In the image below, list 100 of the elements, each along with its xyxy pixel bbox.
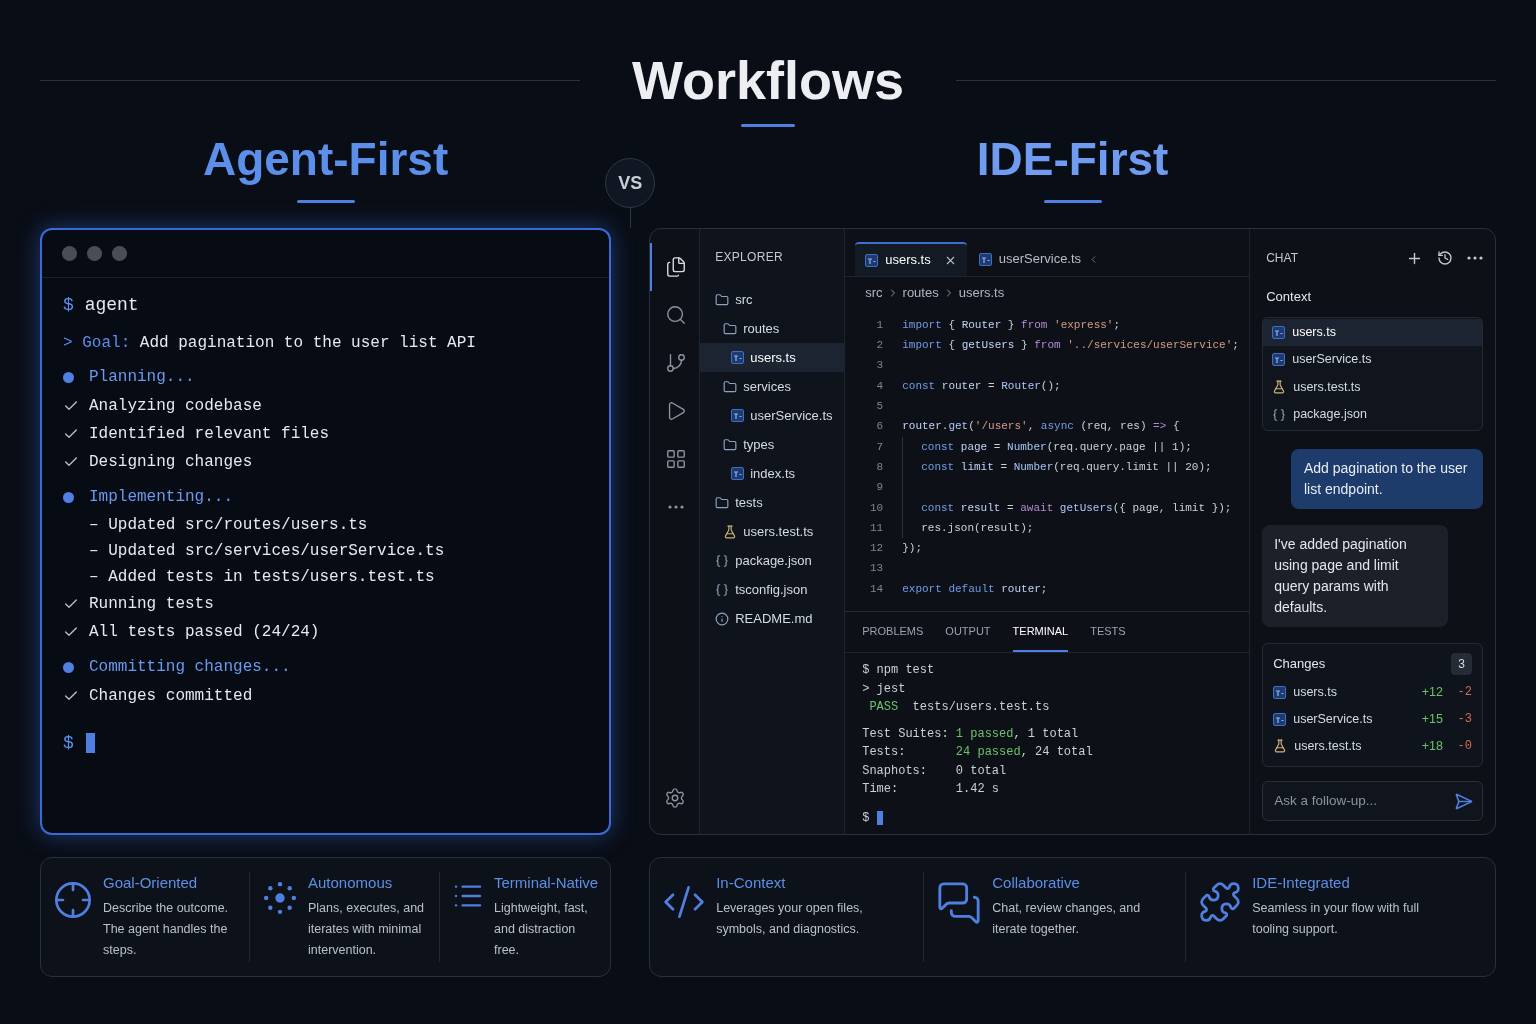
typescript-file-icon bbox=[1273, 712, 1287, 726]
terminal-line: Analyzing codebase bbox=[89, 396, 262, 417]
code-line: res.json(result); bbox=[921, 520, 1034, 536]
typescript-file-icon bbox=[731, 409, 745, 422]
line-number: 7 bbox=[875, 439, 884, 455]
line-number: 2 bbox=[875, 338, 884, 354]
folder-icon bbox=[715, 495, 730, 510]
feature-description: Leverages your open files, symbols, and diagnostics. bbox=[716, 899, 864, 938]
terminal-output-line: Time: 1.42 s bbox=[862, 782, 1000, 796]
explorer-item[interactable]: tests bbox=[700, 488, 845, 517]
feature-title: Collaborative bbox=[992, 873, 1081, 893]
typescript-file-icon bbox=[865, 253, 879, 267]
line-number: 8 bbox=[875, 459, 884, 475]
target-icon bbox=[53, 880, 93, 920]
explorer-item[interactable]: users.ts bbox=[700, 343, 845, 372]
breadcrumb-item[interactable]: users.ts bbox=[958, 283, 1005, 303]
typescript-file-icon bbox=[731, 351, 745, 364]
terminal-output-line: > jest bbox=[862, 681, 906, 696]
explorer-item[interactable]: types bbox=[700, 430, 845, 459]
editor-tab[interactable]: userService.ts bbox=[968, 242, 1110, 276]
editor-tab[interactable]: users.ts bbox=[855, 242, 967, 276]
line-number: 4 bbox=[875, 378, 884, 394]
flask-icon bbox=[723, 524, 738, 539]
folder-icon bbox=[723, 437, 738, 452]
files-icon bbox=[664, 256, 687, 278]
terminal-line: > Goal: Add pagination to the user list API bbox=[63, 333, 476, 354]
feature-title: IDE-Integrated bbox=[1252, 873, 1351, 893]
send-icon[interactable] bbox=[1454, 791, 1473, 811]
terminal-line: Planning... bbox=[89, 367, 195, 388]
settings-icon bbox=[663, 787, 686, 809]
prompt-symbol: $ bbox=[63, 731, 74, 755]
history-icon[interactable] bbox=[1437, 250, 1453, 266]
terminal-line: Committing changes... bbox=[89, 657, 291, 678]
terminal-line: Designing changes bbox=[89, 452, 253, 473]
terminal-output-line: Tests: 24 passed, 24 total bbox=[862, 745, 1093, 759]
code-line: }); bbox=[902, 541, 922, 557]
assistant-message: I've added pagination using page and limit query params with defaults. bbox=[1262, 524, 1449, 627]
panel-tab[interactable]: OUTPUT bbox=[945, 612, 991, 652]
cursor bbox=[877, 810, 884, 825]
line-number: 11 bbox=[869, 520, 884, 536]
context-item[interactable]: users.ts bbox=[1263, 318, 1482, 346]
explorer-item[interactable]: index.ts bbox=[700, 459, 845, 488]
line-number: 6 bbox=[875, 419, 884, 435]
follow-up-field[interactable]: Ask a follow-up... bbox=[1262, 780, 1483, 821]
line-number: 13 bbox=[869, 561, 884, 577]
terminal-line: – Updated src/routes/users.ts bbox=[89, 515, 368, 536]
feature-title: Autonomous bbox=[308, 873, 394, 893]
breadcrumb-item[interactable]: routes bbox=[902, 283, 939, 303]
line-number: 5 bbox=[875, 399, 884, 415]
lines-removed: -2 bbox=[1456, 684, 1472, 701]
more-icon[interactable] bbox=[1467, 256, 1483, 260]
typescript-file-icon bbox=[978, 252, 992, 266]
code-line: import { getUsers } from '../services/userService'; bbox=[902, 338, 1239, 354]
feature-description: Plans, executes, and iterates with minimal intervention. bbox=[308, 899, 426, 959]
context-item[interactable]: userService.ts bbox=[1263, 346, 1482, 374]
puzzle-icon bbox=[1198, 880, 1243, 924]
explorer-item[interactable]: users.test.ts bbox=[700, 517, 845, 546]
grid-icon bbox=[664, 448, 687, 470]
feature-description: Chat, review changes, and iterate together. bbox=[992, 899, 1142, 938]
explorer-item[interactable]: tsconfig.json bbox=[700, 575, 845, 604]
branch-icon bbox=[664, 352, 687, 374]
context-item[interactable]: users.test.ts bbox=[1263, 373, 1482, 401]
code-line: const result = await getUsers({ page, limit }); bbox=[921, 500, 1232, 516]
code-line: const page = Number(req.query.page || 1); bbox=[921, 439, 1192, 455]
panel-tab[interactable]: PROBLEMS bbox=[862, 612, 924, 652]
breadcrumb-item[interactable]: src bbox=[865, 283, 883, 303]
explorer-item[interactable]: package.json bbox=[700, 546, 845, 575]
line-number: 12 bbox=[869, 541, 884, 557]
panel-tab[interactable]: TERMINAL bbox=[1012, 612, 1069, 652]
explorer-item[interactable]: src bbox=[700, 285, 845, 314]
more-icon[interactable] bbox=[667, 505, 684, 509]
typescript-file-icon bbox=[1272, 325, 1286, 339]
prompt-symbol: $ bbox=[862, 809, 870, 827]
panel-tab[interactable]: TESTS bbox=[1090, 612, 1126, 652]
braces-icon bbox=[1272, 407, 1287, 422]
file-name: userService.ts bbox=[1293, 710, 1374, 728]
count-badge: 3 bbox=[1451, 652, 1472, 675]
lines-added: +18 bbox=[1420, 737, 1443, 755]
feature-title: In-Context bbox=[716, 873, 787, 893]
context-item[interactable]: package.json bbox=[1263, 401, 1482, 429]
code-line: import { Router } from 'express'; bbox=[902, 317, 1121, 333]
braces-icon bbox=[715, 553, 730, 568]
title-underline bbox=[741, 124, 795, 127]
line-number: 3 bbox=[875, 358, 884, 374]
explorer-item[interactable]: routes bbox=[700, 314, 845, 343]
terminal-line: All tests passed (24/24) bbox=[89, 622, 320, 643]
terminal-line: Running tests bbox=[89, 594, 214, 615]
terminal-output-line: $ npm test bbox=[862, 663, 935, 677]
terminal-line: – Added tests in tests/users.test.ts bbox=[89, 567, 435, 588]
explorer-item[interactable]: services bbox=[700, 372, 845, 401]
flask-icon bbox=[1272, 380, 1287, 395]
terminal-line: $ agent bbox=[63, 293, 139, 317]
explorer-item[interactable]: userService.ts bbox=[700, 401, 845, 430]
user-message: Add pagination to the user list endpoint. bbox=[1291, 448, 1483, 509]
chat-bubbles-icon bbox=[936, 880, 983, 926]
heading-underline bbox=[296, 200, 355, 203]
feature-description: Lightweight, fast, and distraction free. bbox=[494, 899, 589, 959]
vs-badge: VS bbox=[605, 158, 656, 208]
typescript-file-icon bbox=[731, 467, 745, 480]
explorer-item[interactable]: README.md bbox=[700, 604, 845, 633]
